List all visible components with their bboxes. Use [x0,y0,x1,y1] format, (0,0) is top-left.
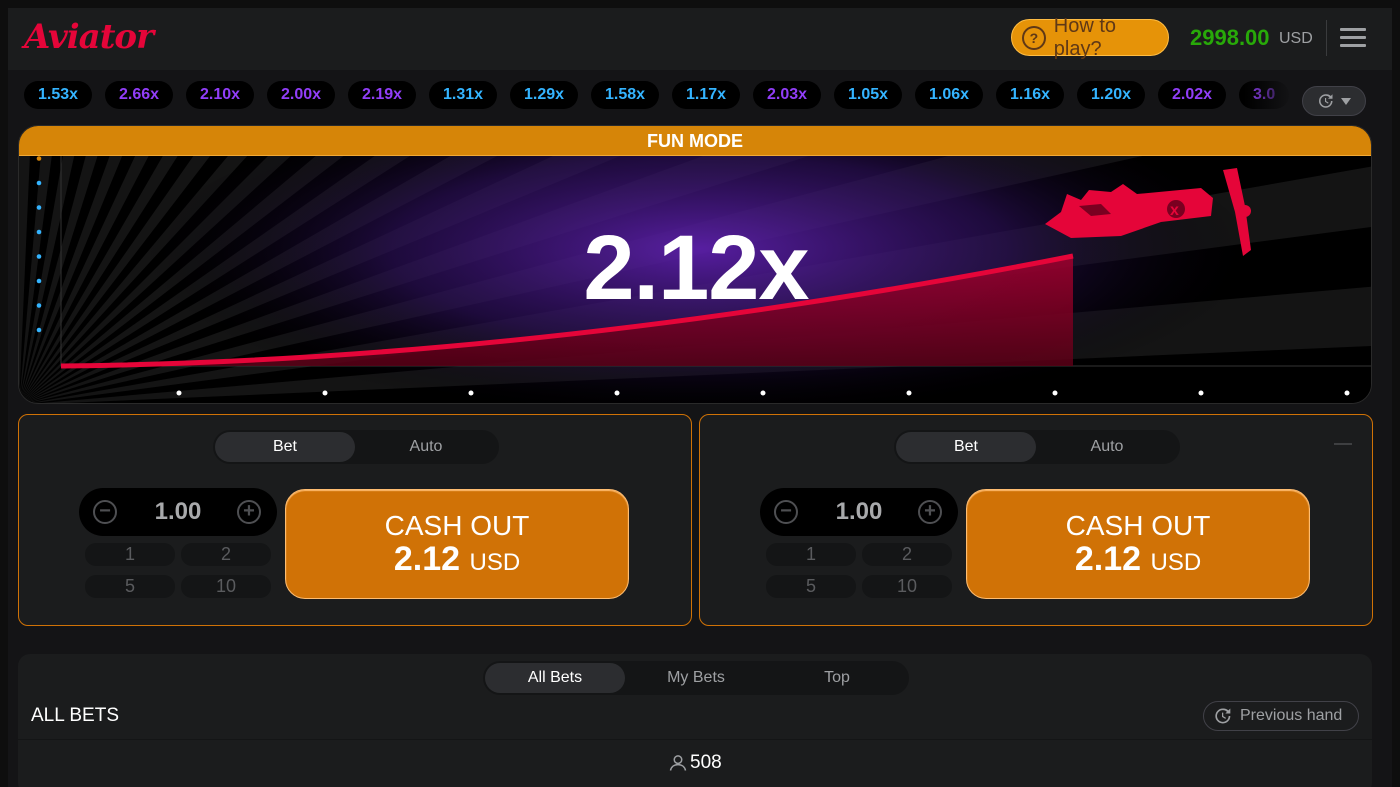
question-icon: ? [1022,25,1046,50]
game-canvas: x FUN MODE 2.12x [18,125,1372,404]
how-to-play-button[interactable]: ? How to play? [1011,15,1169,60]
bet-mode-tabs: Bet Auto [894,430,1180,464]
quick-amount-1[interactable]: 1 [85,543,175,566]
x-axis-dot [468,390,474,396]
previous-hand-label: Previous hand [1240,707,1343,724]
history-clock-icon [1319,94,1333,108]
balance-currency: USD [1279,30,1313,47]
tab-auto[interactable]: Auto [1037,432,1177,462]
how-to-play-label: How to play? [1053,14,1117,60]
history-multiplier-chip[interactable]: 1.29x [510,81,579,109]
history-multiplier-chip[interactable]: 1.16x [996,81,1065,109]
tab-top[interactable]: Top [767,663,907,693]
x-axis-dot [322,390,328,396]
aviator-app: Aviator ? How to play? 2998.00 USD 1.53x… [8,8,1392,787]
quick-amount-5[interactable]: 5 [85,575,175,598]
cash-out-amount: 2.12 USD [393,540,521,578]
history-multiplier-chip[interactable]: 1.53x [24,81,93,109]
quick-amount-10[interactable]: 10 [181,575,271,598]
y-axis-dot [36,156,42,161]
history-multiplier-chip[interactable]: 1.31x [429,81,498,109]
user-icon [669,755,687,771]
y-axis-dot [36,180,42,186]
history-multiplier-chip[interactable]: 2.02x [1158,81,1227,109]
cash-out-label: CASH OUT [384,510,530,541]
header-divider [1326,20,1327,56]
minus-icon[interactable]: − [93,500,117,524]
fun-mode-banner: FUN MODE [19,126,1371,156]
x-axis-dot [1052,390,1058,396]
tab-all-bets[interactable]: All Bets [485,663,625,693]
aviator-logo[interactable]: Aviator [24,17,154,57]
all-bets-heading: ALL BETS [31,705,120,726]
bet-panel-1: Bet Auto 1.00 − + 1 2 5 10 CASH OUT 2.12… [18,414,692,626]
history-multiplier-chip[interactable]: 1.58x [591,81,660,109]
bet-panel-2: Bet Auto 1.00 − + 1 2 5 10 CASH OUT 2.12… [699,414,1373,626]
history-multiplier-chip[interactable]: 2.19x [348,81,417,109]
top-bar: Aviator ? How to play? 2998.00 USD [8,8,1392,70]
history-multiplier-chip[interactable]: 2.03x [753,81,822,109]
history-multiplier-chip[interactable]: 1.06x [915,81,984,109]
quick-amount-2[interactable]: 2 [181,543,271,566]
bets-divider [18,739,1372,740]
x-axis-dot [760,390,766,396]
history-fade [1244,81,1304,109]
bet-mode-tabs: Bet Auto [213,430,499,464]
x-axis-dot [614,390,620,396]
quick-amount-1[interactable]: 1 [766,543,856,566]
minus-icon[interactable]: − [774,500,798,524]
plus-icon[interactable]: + [237,500,261,524]
bet-amount-stepper: 1.00 − + [760,488,958,536]
x-axis-dot [176,390,182,396]
balance-amount: 2998.00 [1190,25,1270,50]
multiplier-history: 1.53x 2.66x 2.10x 2.00x 2.19x 1.31x 1.29x 1.58x… [8,70,1392,120]
cash-out-button[interactable]: CASH OUT 2.12 USD [285,489,629,599]
remove-panel-button[interactable] [1334,443,1352,445]
plus-icon[interactable]: + [918,500,942,524]
bet-amount-stepper: 1.00 − + [79,488,277,536]
x-axis-dot [1344,390,1350,396]
tab-auto[interactable]: Auto [356,432,496,462]
players-count-value: 508 [690,752,722,773]
quick-amount-2[interactable]: 2 [862,543,952,566]
current-multiplier: 2.12x [583,217,809,319]
previous-hand-button[interactable]: Previous hand [1203,701,1359,731]
history-multiplier-chip[interactable]: 1.17x [672,81,741,109]
history-toggle-button[interactable] [1302,86,1366,116]
history-multiplier-chip[interactable]: 2.10x [186,81,255,109]
hamburger-menu-icon[interactable] [1340,28,1366,48]
players-count: 508 [668,752,722,774]
history-clock-icon [1215,708,1231,724]
cash-out-label: CASH OUT [1065,510,1211,541]
history-multiplier-chip[interactable]: 1.05x [834,81,903,109]
x-axis-dot [906,390,912,396]
quick-amount-10[interactable]: 10 [862,575,952,598]
history-multiplier-chip[interactable]: 1.20x [1077,81,1146,109]
tab-bet[interactable]: Bet [896,432,1036,462]
y-axis-dot [36,205,42,210]
bets-tabs: All Bets My Bets Top [483,661,909,695]
tab-bet[interactable]: Bet [215,432,355,462]
x-axis-dot [1198,390,1204,396]
chevron-down-icon [1341,98,1351,105]
history-multiplier-chip[interactable]: 2.66x [105,81,174,109]
quick-amount-5[interactable]: 5 [766,575,856,598]
bets-section: All Bets My Bets Top ALL BETS Previous h… [18,654,1372,787]
y-axis-dot [36,327,42,333]
cash-out-amount: 2.12 USD [1074,540,1202,578]
cash-out-button[interactable]: CASH OUT 2.12 USD [966,489,1310,599]
history-multiplier-chip[interactable]: 2.00x [267,81,336,109]
tab-my-bets[interactable]: My Bets [626,663,766,693]
